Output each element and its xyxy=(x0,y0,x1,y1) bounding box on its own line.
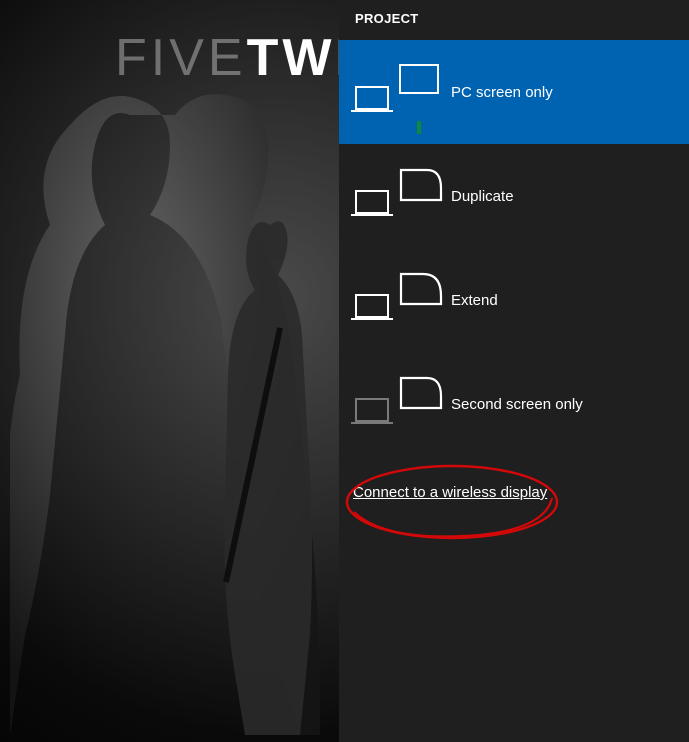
option-label: Duplicate xyxy=(451,188,514,205)
option-label: Extend xyxy=(451,292,498,309)
wallpaper-figure xyxy=(10,75,340,735)
wallpaper-title-thin: FIVE xyxy=(115,29,247,87)
option-duplicate[interactable]: Duplicate xyxy=(339,144,689,248)
pc-screen-only-icon xyxy=(355,66,443,118)
option-second-screen-only[interactable]: Second screen only xyxy=(339,352,689,456)
wireless-link-row: Connect to a wireless display xyxy=(339,456,689,502)
option-pc-screen-only[interactable]: PC screen only xyxy=(339,40,689,144)
duplicate-icon xyxy=(355,170,443,222)
connect-wireless-display-link[interactable]: Connect to a wireless display xyxy=(353,484,547,501)
option-label: Second screen only xyxy=(451,396,583,413)
option-label: PC screen only xyxy=(451,84,553,101)
wallpaper-title-bold: TWI xyxy=(247,29,354,87)
project-panel: PROJECT PC screen only Dup xyxy=(339,0,689,742)
extend-icon xyxy=(355,274,443,326)
active-indicator xyxy=(417,121,421,134)
wallpaper-title: FIVETWI xyxy=(115,28,354,88)
second-screen-only-icon xyxy=(355,378,443,430)
panel-title: PROJECT xyxy=(339,0,689,40)
option-extend[interactable]: Extend xyxy=(339,248,689,352)
